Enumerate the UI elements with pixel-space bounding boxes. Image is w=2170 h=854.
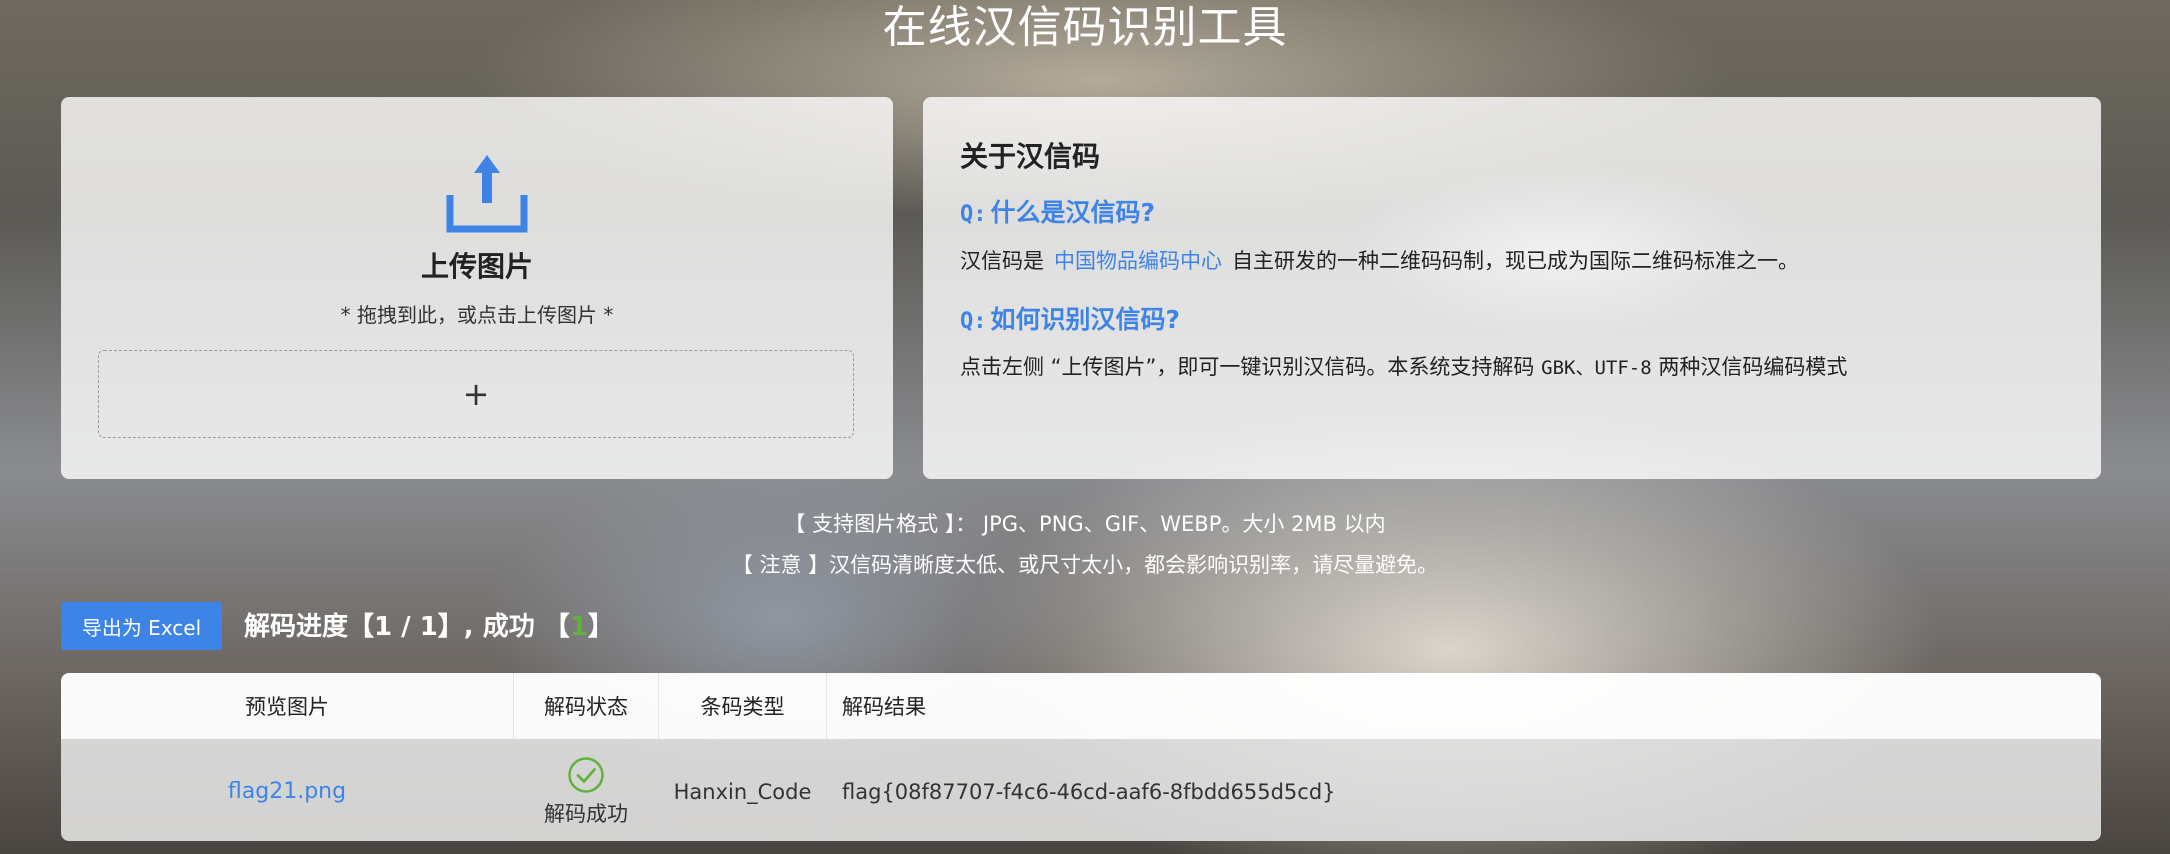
answer-2: 点击左侧 “上传图片”，即可一键识别汉信码。本系统支持解码 GBK、UTF-8 … xyxy=(960,351,1847,381)
answer-1: 汉信码是 中国物品编码中心 自主研发的一种二维码码制，现已成为国际二维码标准之一。 xyxy=(960,245,1799,275)
upload-card[interactable]: 上传图片 * 拖拽到此，或点击上传图片 * + xyxy=(61,97,893,479)
header-preview: 预览图片 xyxy=(61,673,514,739)
results-table: 预览图片 解码状态 条码类型 解码结果 flag21.png 解码成功 Hanx xyxy=(61,673,2101,841)
about-title: 关于汉信码 xyxy=(960,140,1101,173)
status-text: 解码成功 xyxy=(544,801,628,826)
answer-1-before: 汉信码是 xyxy=(960,249,1044,273)
plus-icon: + xyxy=(462,375,490,413)
decode-progress: 解码进度【1 / 1】, 成功 【1】 xyxy=(244,606,614,643)
format-note: 【 支持图片格式 】： JPG、PNG、GIF、WEBP。大小 2MB 以内 xyxy=(784,512,1386,536)
coding-center-link[interactable]: 中国物品编码中心 xyxy=(1054,249,1222,273)
answer-2-before: 点击左侧 “上传图片”，即可一键识别汉信码。本系统支持解码 xyxy=(960,355,1535,379)
question-1: Q: 什么是汉信码? xyxy=(960,193,1155,229)
cell-status: 解码成功 xyxy=(513,739,659,841)
question-2-text: 如何识别汉信码? xyxy=(990,305,1181,334)
file-link[interactable]: flag21.png xyxy=(228,779,346,804)
encoding-modes: GBK、UTF-8 xyxy=(1541,357,1652,379)
export-excel-button[interactable]: 导出为 Excel xyxy=(61,602,222,650)
answer-1-after: 自主研发的一种二维码码制，现已成为国际二维码标准之一。 xyxy=(1232,249,1799,273)
check-circle-icon xyxy=(568,756,604,793)
progress-text: 解码进度【1 / 1】, 成功 【 xyxy=(244,612,570,642)
answer-2-after: 两种汉信码编码模式 xyxy=(1658,355,1848,379)
page-title: 在线汉信码识别工具 xyxy=(882,2,1288,53)
cell-result: flag{08f87707-f4c6-46cd-aaf6-8fbdd655d5c… xyxy=(826,739,2101,841)
success-count: 1 xyxy=(569,612,588,642)
table-header-row: 预览图片 解码状态 条码类型 解码结果 xyxy=(61,673,2101,739)
question-prefix: Q: xyxy=(960,309,987,334)
warning-note: 【 注意 】汉信码清晰度太低、或尺寸太小，都会影响识别率，请尽量避免。 xyxy=(731,553,1439,577)
question-1-text: 什么是汉信码? xyxy=(990,198,1156,227)
upload-title: 上传图片 xyxy=(420,250,533,283)
question-2: Q: 如何识别汉信码? xyxy=(960,300,1180,336)
cell-type: Hanxin_Code xyxy=(658,739,827,841)
header-type: 条码类型 xyxy=(658,673,827,739)
question-prefix: Q: xyxy=(960,202,987,227)
drop-zone[interactable]: + xyxy=(98,350,854,438)
cell-preview: flag21.png xyxy=(61,739,514,841)
progress-suffix: 】 xyxy=(587,612,614,642)
upload-icon xyxy=(446,155,528,233)
header-status: 解码状态 xyxy=(513,673,659,739)
upload-hint: * 拖拽到此，或点击上传图片 * xyxy=(340,303,614,327)
header-result: 解码结果 xyxy=(826,673,2101,739)
about-card: 关于汉信码 Q: 什么是汉信码? 汉信码是 中国物品编码中心 自主研发的一种二维码码制… xyxy=(923,97,2101,479)
table-row: flag21.png 解码成功 Hanxin_Code flag{08f8770… xyxy=(61,739,2101,841)
